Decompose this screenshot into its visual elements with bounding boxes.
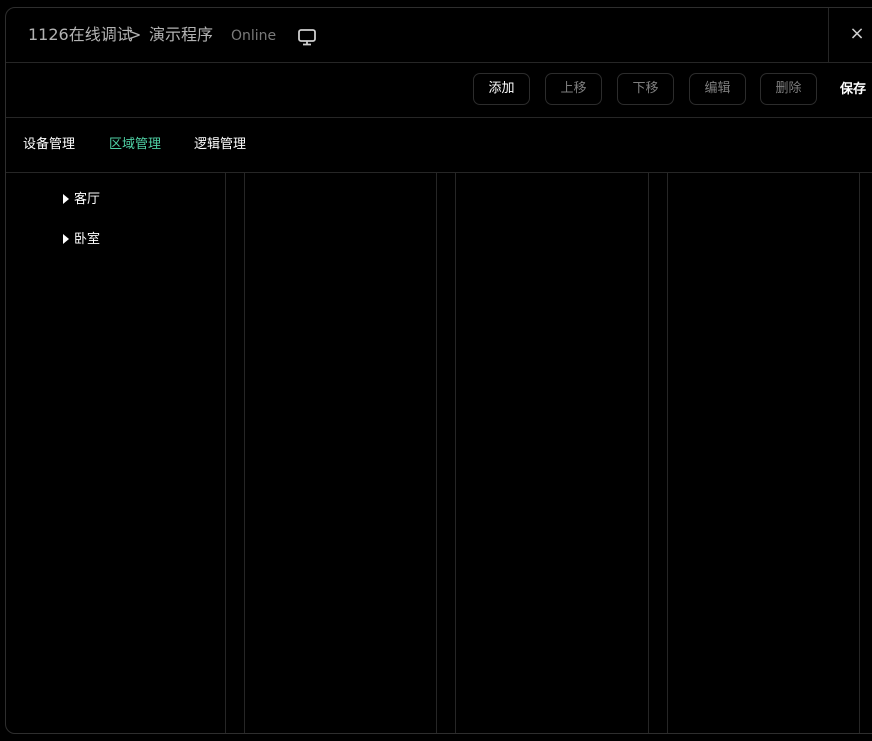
tab-logic-management[interactable]: 逻辑管理 <box>194 135 246 155</box>
monitor-icon[interactable] <box>297 28 317 46</box>
save-button[interactable]: 保存 <box>840 80 866 100</box>
tree-item-label: 卧室 <box>74 232 101 247</box>
column-divider <box>225 173 226 733</box>
edit-button[interactable]: 编辑 <box>689 73 746 105</box>
tree-item-bedroom[interactable]: 卧室 <box>63 230 100 250</box>
column-divider <box>648 173 649 733</box>
breadcrumb-separator: > <box>128 25 142 44</box>
expand-arrow-icon[interactable] <box>63 234 69 244</box>
title-bar: 1126在线调试 > 演示程序 Online × <box>6 8 872 63</box>
area-panel: 客厅 卧室 <box>6 173 872 733</box>
connection-status: Online <box>231 28 277 44</box>
breadcrumb-program: 演示程序 <box>149 25 214 44</box>
move-down-button[interactable]: 下移 <box>617 73 674 105</box>
column-divider <box>859 173 860 733</box>
delete-button[interactable]: 删除 <box>760 73 817 105</box>
tab-bar: 设备管理 区域管理 逻辑管理 <box>6 118 872 173</box>
add-button[interactable]: 添加 <box>473 73 530 105</box>
column-divider <box>244 173 245 733</box>
move-up-button[interactable]: 上移 <box>545 73 602 105</box>
tree-item-living-room[interactable]: 客厅 <box>63 190 100 210</box>
breadcrumb-project[interactable]: 1126在线调试 <box>28 24 133 46</box>
tab-device-management[interactable]: 设备管理 <box>23 135 75 155</box>
toolbar: 添加 上移 下移 编辑 删除 保存 <box>6 63 872 118</box>
expand-arrow-icon[interactable] <box>63 194 69 204</box>
debug-window: 1126在线调试 > 演示程序 Online × 添加 上移 下移 编辑 删除 … <box>5 7 872 734</box>
tree-item-label: 客厅 <box>74 192 101 207</box>
tab-area-management[interactable]: 区域管理 <box>109 135 161 155</box>
column-divider <box>436 173 437 733</box>
column-divider <box>455 173 456 733</box>
close-button[interactable]: × <box>828 8 872 62</box>
close-icon: × <box>849 23 865 44</box>
column-divider <box>667 173 668 733</box>
